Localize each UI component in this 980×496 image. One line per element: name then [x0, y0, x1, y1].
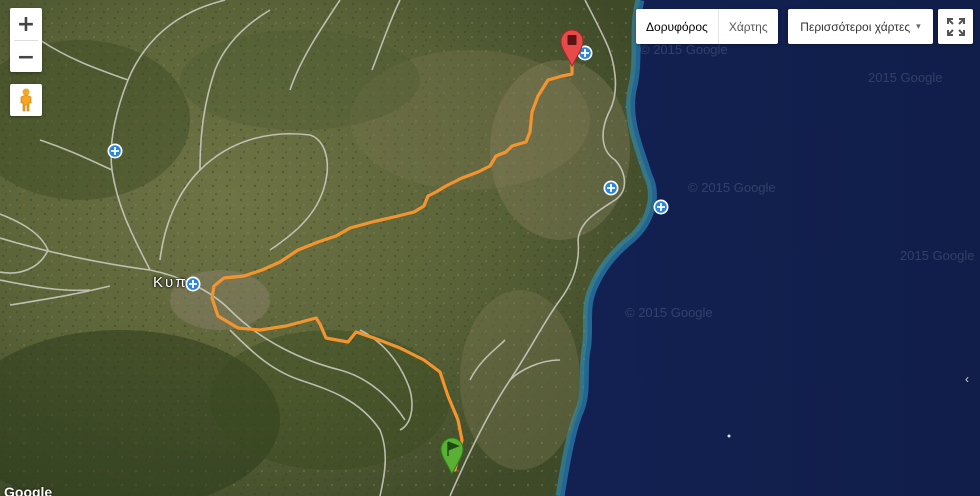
map-watermark: © 2015 Google	[625, 305, 713, 320]
chevron-left-icon[interactable]: ‹	[965, 372, 980, 390]
chevron-down-icon: ▾	[916, 21, 921, 31]
waypoint-icon[interactable]	[653, 199, 669, 215]
fullscreen-icon	[946, 17, 965, 36]
zoom-out-button[interactable]: −	[10, 41, 42, 73]
zoom-in-button[interactable]: +	[10, 8, 42, 40]
map-watermark: 2015 Google	[868, 70, 943, 85]
fullscreen-button[interactable]	[938, 9, 973, 44]
pegman-button[interactable]	[10, 84, 42, 116]
village-label: Κυπ	[153, 274, 188, 291]
more-maps-dropdown[interactable]: Περισσότεροι χάρτες ▾	[788, 9, 933, 44]
google-logo: Google	[4, 484, 53, 496]
waypoint-icon[interactable]	[107, 143, 123, 159]
more-maps-label: Περισσότεροι χάρτες	[800, 19, 911, 34]
waypoint-icon[interactable]	[603, 180, 619, 196]
map-imagery	[0, 0, 980, 496]
pegman-icon	[20, 88, 32, 112]
map-button[interactable]: Χάρτης	[717, 9, 778, 44]
zoom-control: + −	[10, 8, 42, 72]
satellite-map[interactable]: © 2015 Google 2015 Google © 2015 Google …	[0, 0, 980, 496]
satellite-button[interactable]: Δορυφόρος	[636, 9, 718, 44]
map-watermark: 2015 Google	[900, 248, 975, 263]
map-type-toggle: Δορυφόρος Χάρτης	[636, 9, 778, 44]
map-watermark: © 2015 Google	[688, 180, 776, 195]
map-watermark: © 2015 Google	[640, 42, 728, 57]
